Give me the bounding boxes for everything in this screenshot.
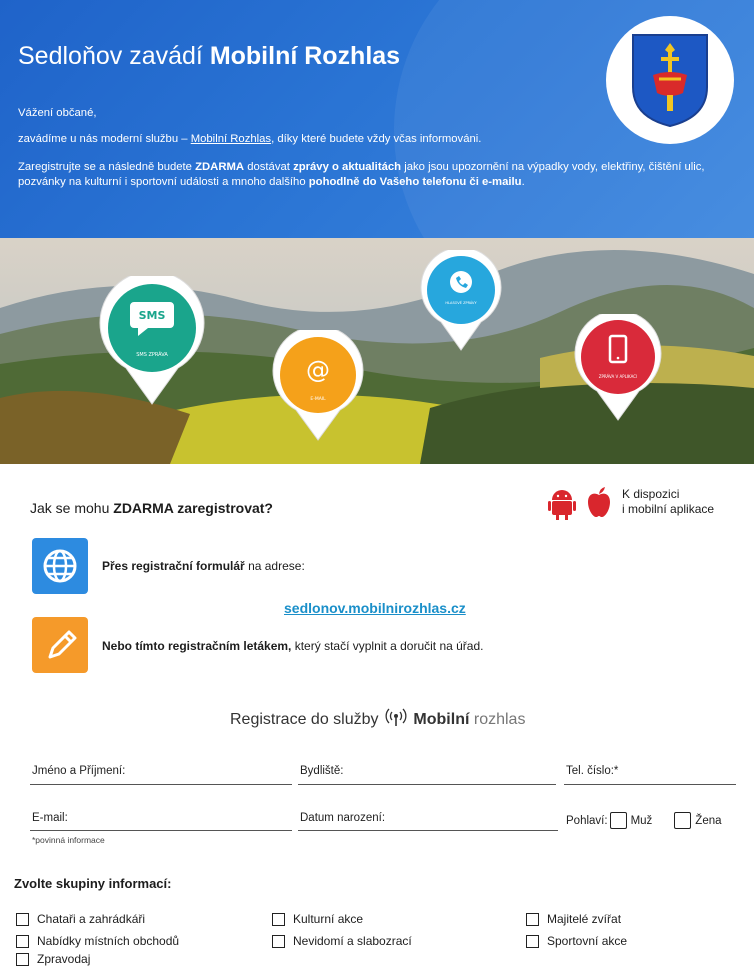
- name-field[interactable]: [30, 784, 292, 785]
- email-field[interactable]: [30, 830, 292, 831]
- group-option[interactable]: Majitelé zvířat: [526, 912, 621, 927]
- group-option[interactable]: Zpravodaj: [16, 952, 90, 967]
- apple-icon: [588, 487, 610, 517]
- phone-field[interactable]: [564, 784, 736, 785]
- android-icon: [548, 490, 576, 520]
- group-option[interactable]: Sportovní akce: [526, 934, 627, 949]
- address-field-label: Bydliště:: [300, 765, 344, 777]
- required-note: *povinná informace: [32, 835, 105, 845]
- address-field[interactable]: [298, 784, 556, 785]
- email-pin-label: E-MAIL: [310, 396, 326, 402]
- landscape-photo: SMS SMS ZPRÁVA @ E-MAIL HLASOVÉ ZPRÁVY Z…: [0, 238, 754, 464]
- sms-pin-label: SMS ZPRÁVA: [136, 351, 168, 358]
- sms-glyph: SMS: [139, 309, 166, 322]
- group-checkbox[interactable]: [526, 935, 539, 949]
- option-web-form: Přes registrační formulář na adrese:: [102, 559, 305, 573]
- name-field-label: Jméno a Příjmení:: [32, 765, 126, 777]
- voice-call-pin-icon: HLASOVÉ ZPRÁVY: [420, 250, 502, 351]
- sms-pin-icon: SMS SMS ZPRÁVA: [99, 276, 205, 405]
- registration-url-link[interactable]: sedlonov.mobilnirozhlas.cz: [284, 600, 466, 616]
- globe-icon: [43, 549, 77, 583]
- intro-link[interactable]: Mobilní Rozhlas: [191, 133, 271, 145]
- page-title: Sedloňov zavádí Mobilní Rozhlas: [18, 42, 401, 70]
- paper-form-icon-box: [32, 617, 88, 673]
- gender-male-checkbox[interactable]: [609, 812, 627, 829]
- group-checkbox[interactable]: [16, 953, 29, 967]
- group-checkbox[interactable]: [526, 913, 539, 927]
- option-paper-form: Nebo tímto registračním letákem, který s…: [102, 639, 484, 653]
- birth-date-field-label: Datum narození:: [300, 812, 386, 824]
- group-option[interactable]: Chataři a zahrádkáři: [16, 912, 145, 927]
- group-option[interactable]: Nabídky místních obchodů: [16, 934, 179, 949]
- gender-female-checkbox[interactable]: [674, 812, 692, 829]
- group-checkbox[interactable]: [16, 935, 29, 949]
- group-option[interactable]: Kulturní akce: [272, 912, 363, 927]
- app-pin-icon: ZPRÁVA V APLIKACI: [574, 314, 662, 421]
- registration-heading: Jak se mohu ZDARMA zaregistrovat?: [30, 500, 273, 516]
- web-form-icon-box: [32, 538, 88, 594]
- voice-pin-label: HLASOVÉ ZPRÁVY: [445, 300, 477, 305]
- mobile-apps-note: K dispozici i mobilní aplikace: [622, 487, 715, 516]
- email-field-label: E-mail:: [32, 812, 68, 824]
- app-pin-label: ZPRÁVA V APLIKACI: [599, 374, 638, 379]
- intro-text: zavádíme u nás moderní službu – Mobilní …: [18, 133, 482, 145]
- intro-paragraph: Zaregistrujte se a následně budete ZDARM…: [18, 161, 705, 188]
- pencil-icon: [48, 630, 77, 659]
- group-checkbox[interactable]: [272, 935, 285, 949]
- municipal-crest: [606, 16, 734, 144]
- email-pin-icon: @ E-MAIL: [272, 330, 364, 441]
- coat-of-arms-icon: [632, 34, 708, 128]
- birth-date-field[interactable]: [298, 830, 558, 831]
- groups-heading: Zvolte skupiny informací:: [14, 876, 172, 891]
- form-heading: Registrace do služby Mobilní rozhlas: [230, 708, 525, 729]
- group-checkbox[interactable]: [16, 913, 29, 927]
- group-option[interactable]: Nevidomí a slabozrací: [272, 934, 412, 949]
- phone-field-label: Tel. číslo:*: [566, 765, 619, 777]
- broadcast-icon: [385, 708, 407, 726]
- email-glyph: @: [306, 356, 330, 384]
- gender-field: Pohlaví: Muž Žena: [566, 812, 722, 829]
- group-checkbox[interactable]: [272, 913, 285, 927]
